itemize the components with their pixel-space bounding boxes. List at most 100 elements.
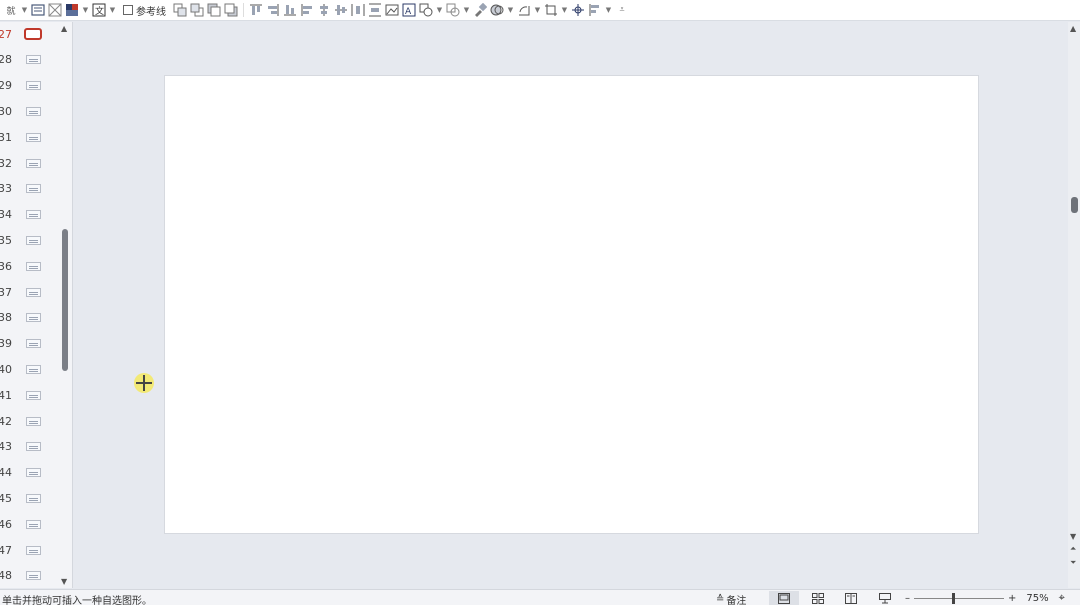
fill-color-dropdown-icon[interactable]: ▼ — [82, 6, 89, 14]
crop-dropdown-icon[interactable]: ▼ — [561, 6, 568, 14]
slide-thumbnail[interactable]: 48 — [0, 567, 58, 585]
scroll-up-arrow-icon[interactable]: ▲ — [1070, 24, 1076, 33]
toolbar-overflow-icon[interactable]: ⩡ — [615, 5, 629, 15]
align-left-icon[interactable] — [300, 2, 314, 19]
thumbnail-scrollbar-thumb[interactable] — [62, 229, 68, 371]
zoom-slider[interactable] — [914, 592, 1004, 604]
align-middle-icon[interactable] — [334, 2, 348, 19]
slide-preview-image[interactable] — [26, 132, 41, 142]
rotate-dropdown-icon[interactable]: ▼ — [534, 6, 541, 14]
scroll-up-arrow-icon[interactable]: ▲ — [61, 24, 67, 33]
slide-canvas[interactable] — [164, 75, 979, 534]
slide-thumbnail[interactable]: 47 — [0, 541, 58, 559]
shape-outline-icon[interactable] — [446, 2, 460, 19]
slide-thumbnail[interactable]: 40 — [0, 360, 58, 378]
slide-sorter-button[interactable] — [803, 591, 833, 605]
format-painter-icon[interactable] — [473, 2, 487, 19]
canvas-vertical-scrollbar[interactable]: ▲ ▼ ⏶ ⏷ — [1068, 22, 1080, 588]
shape-fill-icon[interactable] — [419, 2, 433, 19]
slide-preview-image[interactable] — [26, 442, 41, 452]
fit-to-window-icon[interactable]: ⌖ — [1059, 591, 1065, 605]
slide-thumbnail[interactable]: 27 — [0, 25, 58, 43]
zoom-slider-knob[interactable] — [952, 592, 955, 604]
shape-fill-dropdown-icon[interactable]: ▼ — [436, 6, 443, 14]
slide-thumbnail[interactable]: 42 — [0, 412, 58, 430]
picture-icon[interactable] — [385, 2, 399, 19]
thumbnail-scrollbar[interactable]: ▲ ▼ — [58, 22, 72, 588]
textbox-icon[interactable] — [31, 2, 45, 19]
slide-thumbnail[interactable]: 39 — [0, 335, 58, 353]
slide-preview-image[interactable] — [26, 235, 41, 245]
scroll-down-arrow-icon[interactable]: ▼ — [61, 577, 67, 586]
slideshow-button[interactable] — [870, 591, 900, 605]
slide-thumbnail[interactable]: 32 — [0, 154, 58, 172]
slide-preview-image[interactable] — [26, 339, 41, 349]
slide-preview-image[interactable] — [26, 571, 41, 581]
text-frame-icon[interactable]: A — [402, 2, 416, 19]
slide-thumbnail[interactable]: 45 — [0, 489, 58, 507]
text-style-button[interactable]: 就 — [4, 2, 18, 19]
slide-preview-image[interactable] — [26, 416, 41, 426]
notes-button[interactable]: ≙ 备注 — [716, 592, 746, 605]
guides-checkbox-box[interactable] — [123, 5, 133, 15]
slide-preview-image[interactable] — [26, 493, 41, 503]
send-backward-icon[interactable] — [190, 2, 204, 19]
slide-preview-image[interactable] — [26, 158, 41, 168]
slide-preview-image[interactable] — [26, 519, 41, 529]
slide-preview-image[interactable] — [26, 287, 41, 297]
reading-view-button[interactable] — [836, 591, 866, 605]
distribute-vertical-icon[interactable] — [368, 2, 382, 19]
slide-preview-image[interactable] — [26, 81, 41, 91]
slide-thumbnail[interactable]: 36 — [0, 257, 58, 275]
slide-editing-area[interactable] — [74, 22, 1068, 588]
slide-thumbnail[interactable]: 37 — [0, 283, 58, 301]
align-menu-icon[interactable] — [588, 2, 602, 19]
align-menu-dropdown-icon[interactable]: ▼ — [605, 6, 612, 14]
slide-thumbnail[interactable]: 46 — [0, 515, 58, 533]
rotate-icon[interactable] — [517, 2, 531, 19]
slide-thumbnail[interactable]: 31 — [0, 128, 58, 146]
slide-thumbnail[interactable]: 38 — [0, 309, 58, 327]
slide-thumbnail[interactable]: 44 — [0, 464, 58, 482]
slide-thumbnail[interactable]: 28 — [0, 51, 58, 69]
slide-thumbnail[interactable]: 33 — [0, 180, 58, 198]
slide-preview-image[interactable] — [26, 184, 41, 194]
slide-thumbnail[interactable]: 35 — [0, 231, 58, 249]
normal-view-button[interactable] — [769, 591, 799, 605]
distribute-horizontal-icon[interactable] — [351, 2, 365, 19]
slide-preview-image[interactable] — [26, 313, 41, 323]
canvas-scrollbar-thumb[interactable] — [1071, 197, 1078, 213]
slide-thumbnail[interactable]: 29 — [0, 77, 58, 95]
shape-outline-dropdown-icon[interactable]: ▼ — [463, 6, 470, 14]
text-direction-dropdown-icon[interactable]: ▼ — [109, 6, 116, 14]
slide-thumbnail[interactable]: 41 — [0, 386, 58, 404]
zoom-level[interactable]: 75% — [1026, 593, 1048, 604]
align-top-icon[interactable] — [249, 2, 263, 19]
slide-preview-image[interactable] — [24, 28, 42, 40]
combine-shapes-icon[interactable] — [490, 2, 504, 19]
slide-preview-image[interactable] — [26, 364, 41, 374]
zoom-out-button[interactable]: – — [905, 593, 910, 604]
align-bottom-icon[interactable] — [283, 2, 297, 19]
next-slide-icon[interactable]: ⏷ — [1070, 558, 1076, 568]
slide-preview-image[interactable] — [26, 390, 41, 400]
slide-thumbnail[interactable]: 30 — [0, 102, 58, 120]
no-fill-icon[interactable] — [48, 2, 62, 19]
slide-thumbnail[interactable]: 34 — [0, 206, 58, 224]
slide-preview-image[interactable] — [26, 106, 41, 116]
text-direction-icon[interactable]: 文 — [92, 2, 106, 19]
previous-slide-icon[interactable]: ⏶ — [1070, 544, 1076, 554]
slide-preview-image[interactable] — [26, 261, 41, 271]
scroll-down-arrow-icon[interactable]: ▼ — [1070, 532, 1076, 541]
slide-preview-image[interactable] — [26, 55, 41, 65]
text-style-dropdown-icon[interactable]: ▼ — [21, 6, 28, 14]
bring-to-front-icon[interactable] — [207, 2, 221, 19]
bring-forward-icon[interactable] — [173, 2, 187, 19]
combine-shapes-dropdown-icon[interactable]: ▼ — [507, 6, 514, 14]
align-right-icon[interactable] — [266, 2, 280, 19]
slide-preview-image[interactable] — [26, 468, 41, 478]
slide-thumbnail[interactable]: 43 — [0, 438, 58, 456]
fill-color-icon[interactable] — [65, 2, 79, 19]
send-to-back-icon[interactable] — [224, 2, 238, 19]
crop-icon[interactable] — [544, 2, 558, 19]
